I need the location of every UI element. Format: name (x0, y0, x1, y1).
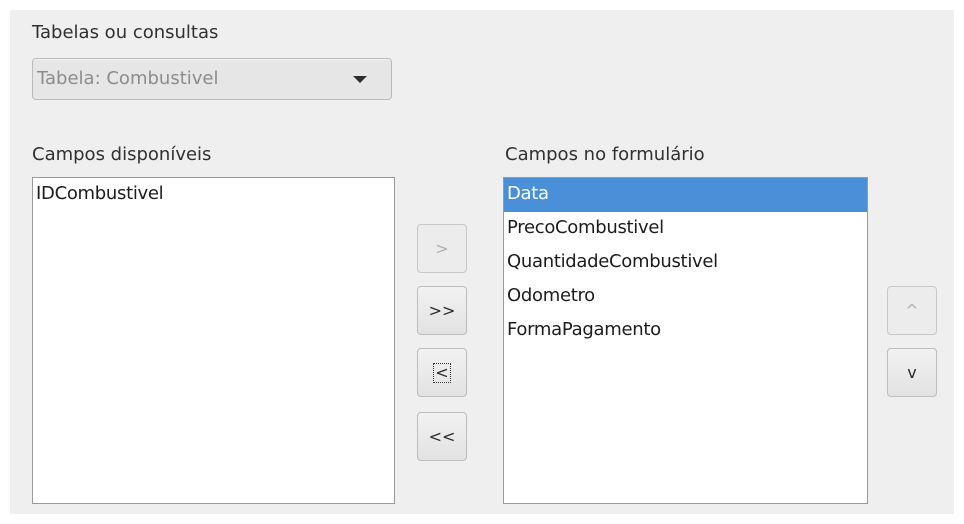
table-select-dropdown[interactable]: Tabela: Combustivel (32, 58, 392, 100)
chevron-down-icon (353, 76, 367, 83)
remove-all-fields-button[interactable]: << (417, 412, 467, 461)
form-field-item-selected[interactable]: Data (504, 178, 867, 212)
available-fields-list[interactable]: IDCombustivel (32, 177, 395, 504)
available-field-item[interactable]: IDCombustivel (33, 178, 394, 212)
add-field-button[interactable]: > (417, 224, 467, 273)
form-field-item[interactable]: Odometro (504, 280, 867, 314)
remove-field-button[interactable]: < (417, 348, 467, 397)
move-down-button[interactable]: v (887, 348, 937, 397)
form-field-item[interactable]: QuantidadeCombustivel (504, 246, 867, 280)
form-field-item[interactable]: PrecoCombustivel (504, 212, 867, 246)
add-all-fields-button[interactable]: >> (417, 286, 467, 335)
form-field-item[interactable]: FormaPagamento (504, 314, 867, 348)
table-select-value: Tabela: Combustivel (37, 68, 219, 89)
move-up-button[interactable]: ^ (887, 286, 937, 335)
available-fields-label: Campos disponíveis (32, 144, 212, 165)
remove-field-button-label: < (433, 363, 451, 383)
form-fields-list[interactable]: Data PrecoCombustivel QuantidadeCombusti… (503, 177, 868, 504)
form-fields-label: Campos no formulário (505, 144, 705, 165)
tables-or-queries-label: Tabelas ou consultas (32, 22, 219, 43)
